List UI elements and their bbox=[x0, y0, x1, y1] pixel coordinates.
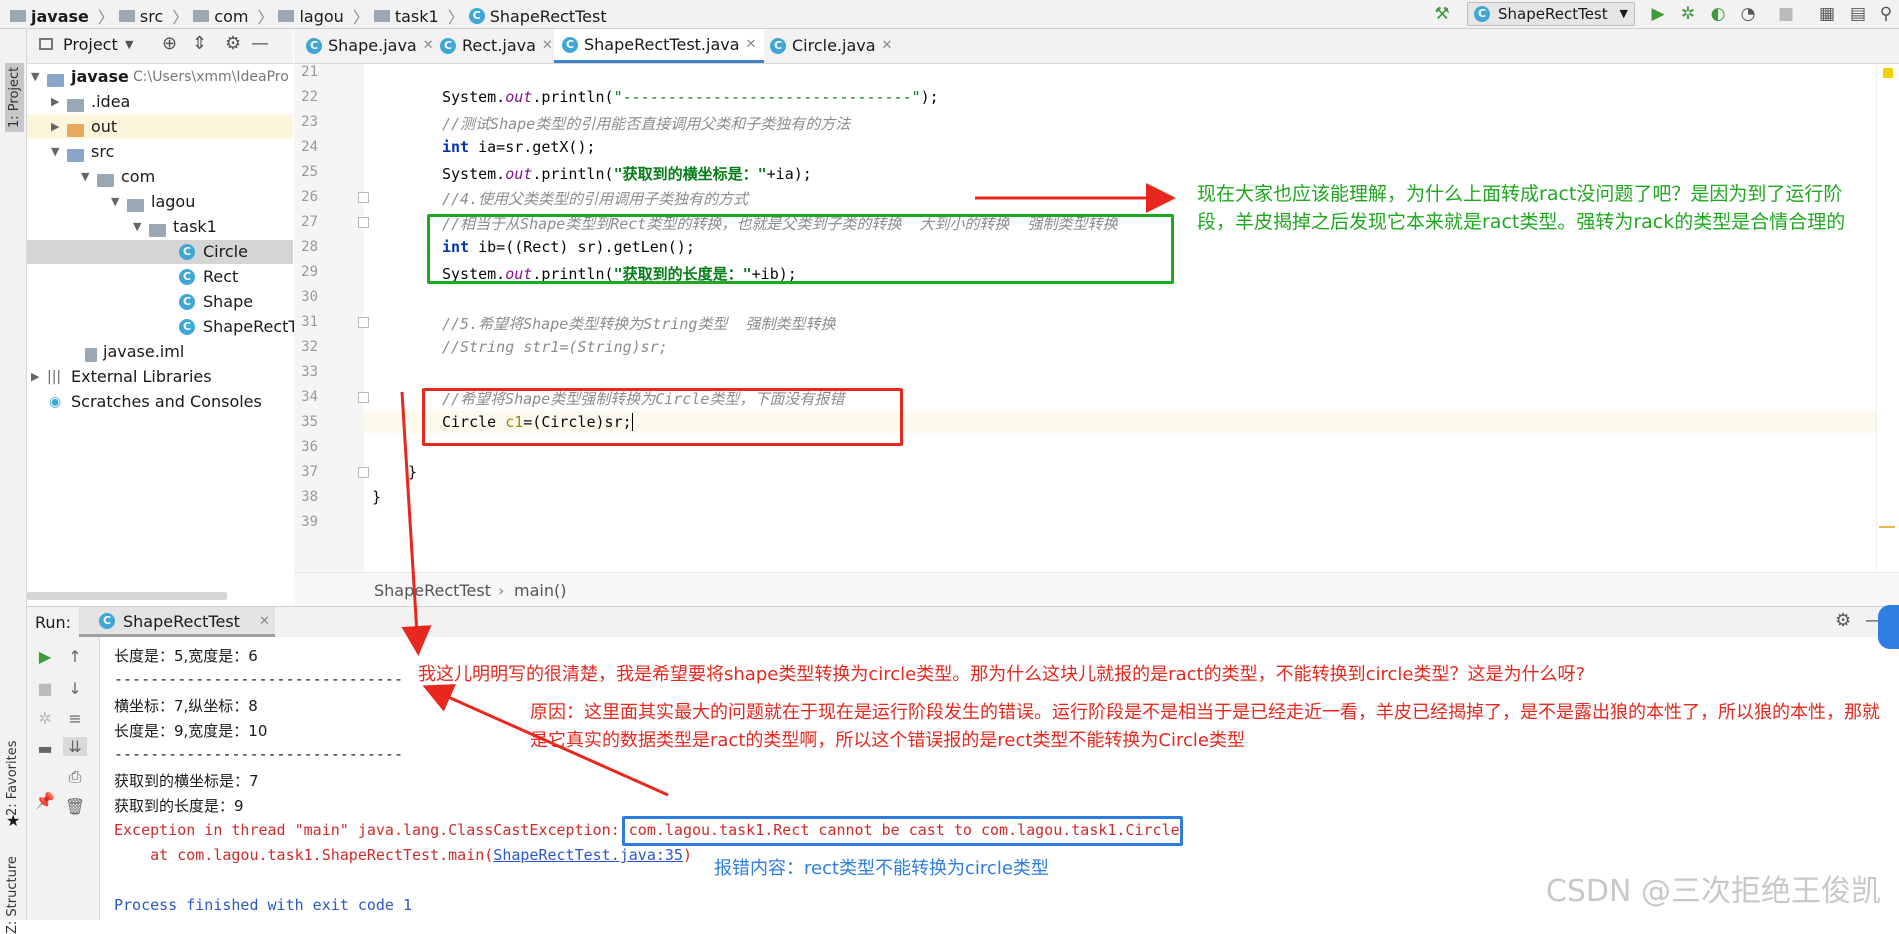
red-annotation-question: 我这儿明明写的很清楚，我是希望要将shape类型转换为circle类型。那为什么… bbox=[418, 664, 1585, 685]
blue-annotation: 报错内容：rect类型不能转换为circle类型 bbox=[714, 858, 1049, 879]
side-widget[interactable] bbox=[1878, 605, 1899, 649]
watermark: CSDN @三次拒绝王俊凯 bbox=[1545, 874, 1881, 909]
annotation-arrows bbox=[400, 183, 1176, 797]
green-annotation: 现在大家也应该能理解，为什么上面转成ract没问题了吧？是因为到了运行阶段，羊皮… bbox=[1197, 183, 1846, 233]
red-annotation-reason: 原因：这里面其实最大的问题就在于现在是运行阶段发生的错误。运行阶段是不是相当于是… bbox=[530, 702, 1880, 751]
arrow-to-console bbox=[400, 391, 432, 656]
